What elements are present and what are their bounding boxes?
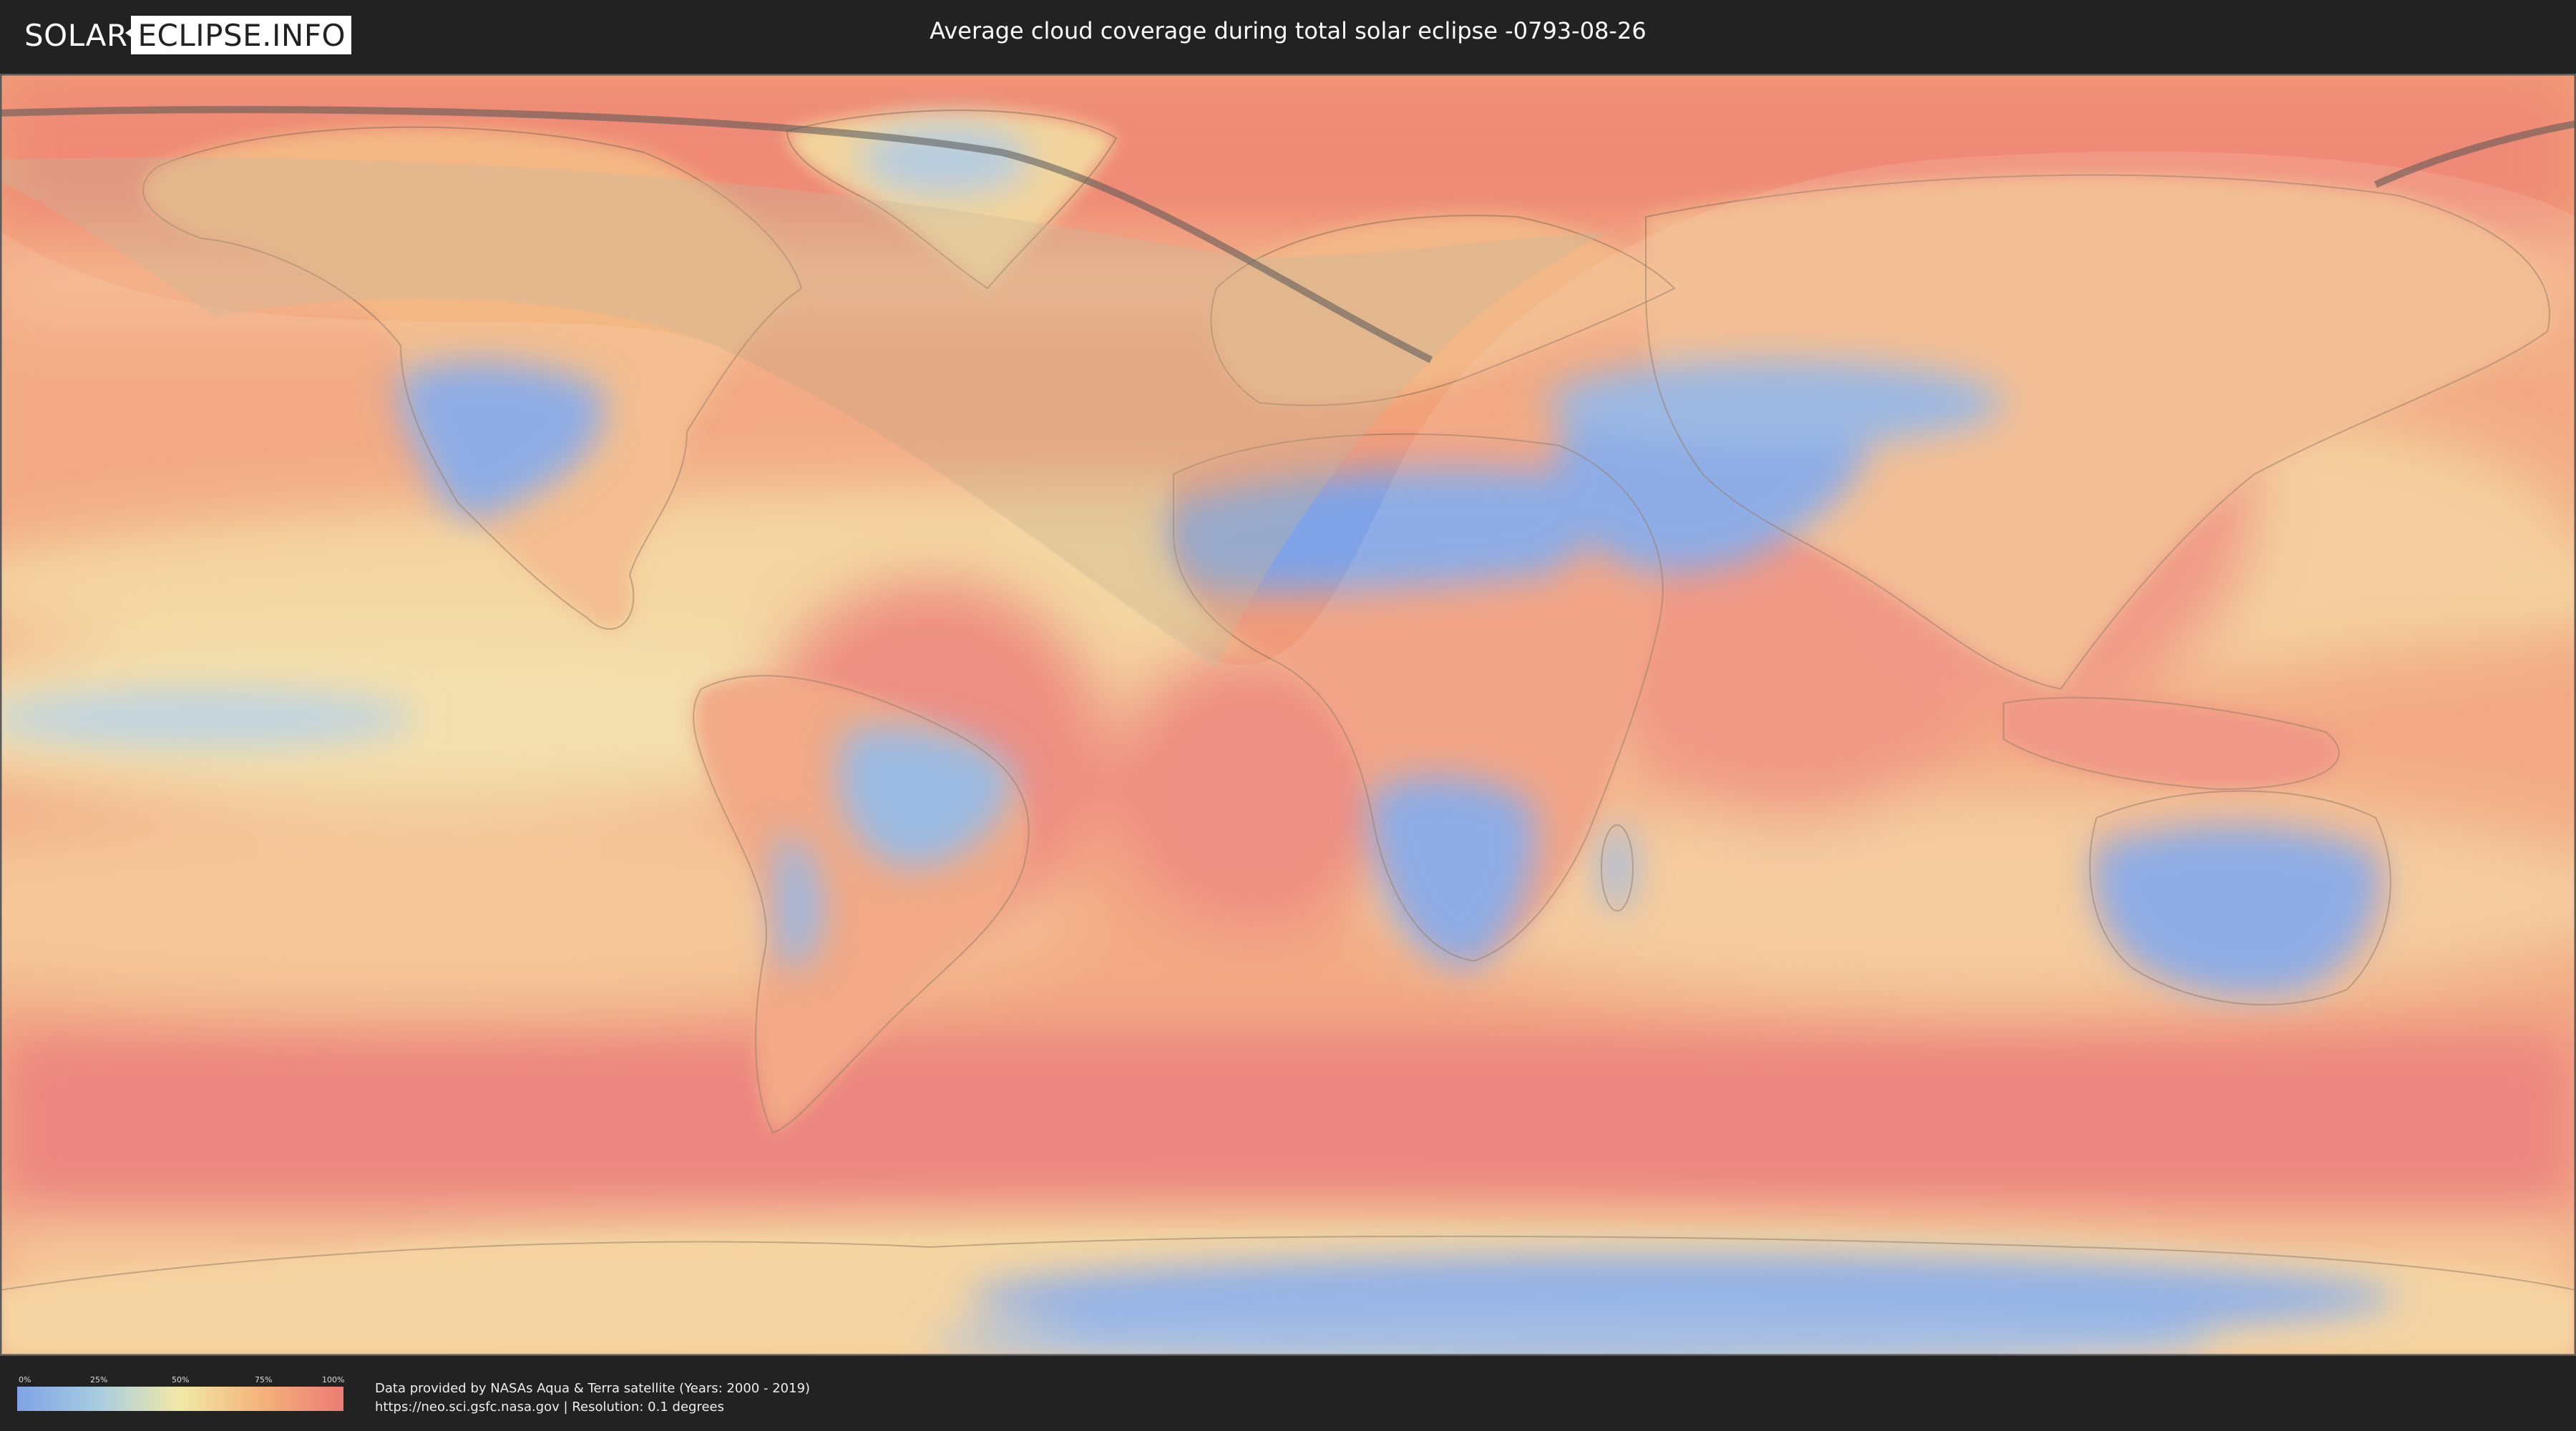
- legend-tick-100: 100%: [322, 1375, 345, 1384]
- header-bar: SOLAR ECLIPSE.INFO Average cloud coverag…: [0, 0, 2576, 72]
- credit-line-source: Data provided by NASAs Aqua & Terra sate…: [375, 1381, 811, 1396]
- site-logo[interactable]: SOLAR ECLIPSE.INFO: [24, 16, 352, 54]
- cloud-coverage-map[interactable]: [0, 74, 2576, 1356]
- footer-bar: 0% 25% 50% 75% 100% Data provided by NAS…: [0, 1359, 2576, 1431]
- credit-line-resolution: https://neo.sci.gsfc.nasa.gov | Resoluti…: [375, 1400, 724, 1415]
- data-credits: Data provided by NASAs Aqua & Terra sate…: [375, 1379, 810, 1417]
- legend-tick-25: 25%: [90, 1375, 108, 1384]
- logo-text-eclipse: ECLIPSE.INFO: [137, 17, 346, 53]
- legend-color-bar: [17, 1387, 343, 1411]
- logo-notch-icon: [125, 26, 135, 40]
- logo-text-solar: SOLAR: [24, 17, 128, 53]
- logo-text-box: ECLIPSE.INFO: [125, 16, 352, 54]
- eclipse-visibility-layer: [0, 151, 2576, 1356]
- legend-tick-labels: 0% 25% 50% 75% 100%: [17, 1375, 345, 1385]
- page-title: Average cloud coverage during total sola…: [930, 17, 1646, 44]
- page: SOLAR ECLIPSE.INFO Average cloud coverag…: [0, 0, 2576, 1431]
- legend-tick-50: 50%: [172, 1375, 190, 1384]
- legend-tick-0: 0%: [19, 1375, 31, 1384]
- legend-tick-75: 75%: [255, 1375, 273, 1384]
- cloud-coverage-legend: 0% 25% 50% 75% 100%: [17, 1375, 345, 1411]
